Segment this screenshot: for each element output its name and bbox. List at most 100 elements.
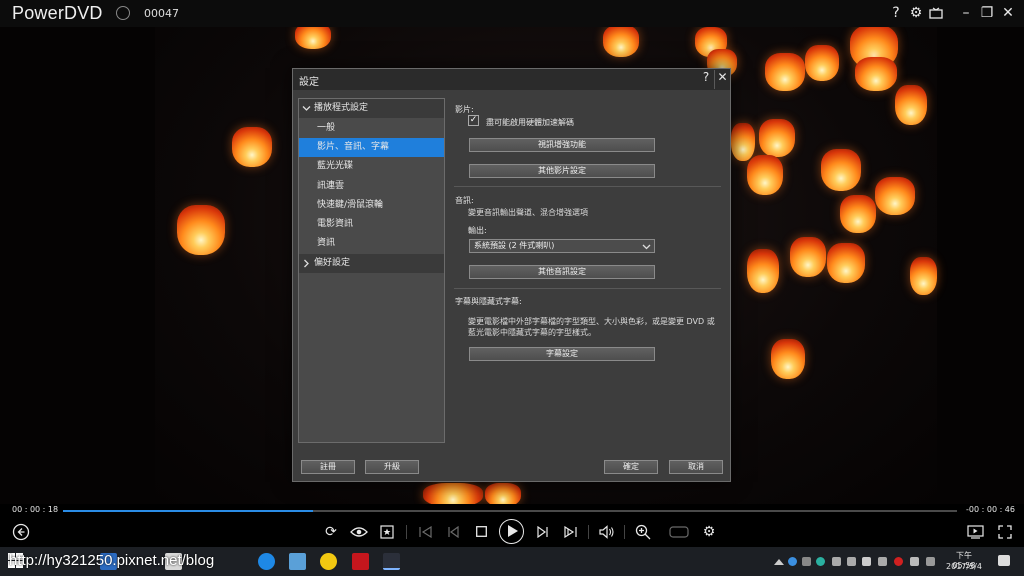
- divider: [454, 288, 721, 289]
- audio-description: 變更音訊輸出聲道、混合增強選項: [468, 208, 588, 217]
- dialog-help-icon[interactable]: ?: [698, 70, 714, 89]
- bell-icon[interactable]: [116, 6, 130, 20]
- gear-icon[interactable]: ⚙: [906, 3, 926, 23]
- lantern-image: [759, 119, 795, 157]
- edge-browser-icon[interactable]: [258, 553, 275, 570]
- tree-group-label: 播放程式設定: [314, 103, 369, 113]
- divider: [454, 186, 721, 187]
- repeat-icon[interactable]: ⟳: [320, 521, 342, 543]
- dialog-close-icon[interactable]: ✕: [714, 70, 730, 89]
- lantern-image: [731, 123, 755, 161]
- zoom-icon[interactable]: [632, 521, 654, 543]
- wifi-icon[interactable]: [847, 557, 856, 566]
- upgrade-button[interactable]: 升級: [365, 460, 419, 474]
- pdf-reader-icon[interactable]: [352, 553, 369, 570]
- lantern-image: [827, 243, 865, 283]
- minimize-icon[interactable]: –: [956, 3, 976, 23]
- settings-panel: 影片: ✓ 盡可能啟用硬體加速解碼 視訊增強功能 其他影片設定 音訊: 變更音訊…: [450, 98, 726, 443]
- lantern-image: [177, 205, 225, 255]
- prev-chapter-icon[interactable]: [414, 521, 436, 543]
- tree-item-video-audio-subtitle[interactable]: 影片、音訊、字幕: [299, 138, 444, 157]
- chevron-down-icon: [302, 99, 312, 121]
- lantern-image: [821, 149, 861, 191]
- settings-icon[interactable]: ⚙: [698, 521, 720, 543]
- clock-date[interactable]: 2017/5/4: [944, 562, 984, 571]
- tree-item-cyberlink-cloud[interactable]: 訊連雲: [299, 177, 444, 196]
- chevron-right-icon: [302, 254, 312, 276]
- app-icon[interactable]: [320, 553, 337, 570]
- windows-taskbar: http://hy321250.pixnet.net/blog 下午 05:58…: [0, 547, 1024, 576]
- tree-item-bluray[interactable]: 藍光光碟: [299, 157, 444, 176]
- tree-item-info[interactable]: 資訊: [299, 234, 444, 253]
- tree-item-label: 藍光光碟: [317, 161, 354, 171]
- close-icon[interactable]: ✕: [998, 3, 1018, 23]
- register-button[interactable]: 註冊: [301, 460, 355, 474]
- output-label: 輸出:: [468, 226, 487, 235]
- divider: [406, 525, 407, 539]
- help-icon[interactable]: ?: [886, 3, 906, 23]
- dialog-title-bar: 設定 ? ✕: [293, 69, 730, 90]
- speaker-icon[interactable]: [862, 557, 871, 566]
- lantern-image: [855, 57, 897, 91]
- lantern-image: [910, 257, 937, 295]
- next-icon[interactable]: [532, 521, 554, 543]
- bluetooth-icon[interactable]: [802, 557, 811, 566]
- video-enhance-button[interactable]: 視訊增強功能: [469, 138, 655, 152]
- time-elapsed: 00 : 00 : 18: [12, 505, 59, 514]
- tray-app-icon[interactable]: [894, 557, 903, 566]
- lantern-image: [747, 155, 783, 195]
- lantern-image: [805, 45, 839, 81]
- next-chapter-icon[interactable]: [560, 521, 582, 543]
- cancel-button[interactable]: 取消: [669, 460, 723, 474]
- powerdvd-taskbar-icon[interactable]: [383, 553, 400, 570]
- caption-icon[interactable]: [964, 521, 986, 543]
- tv-mode-icon[interactable]: [926, 3, 946, 23]
- prev-icon[interactable]: [442, 521, 464, 543]
- hw-accel-label: 盡可能啟用硬體加速解碼: [486, 118, 574, 127]
- tray-app-icon[interactable]: [816, 557, 825, 566]
- divider: [624, 525, 625, 539]
- stop-icon[interactable]: [470, 521, 492, 543]
- audio-output-select[interactable]: 系統預設 (2 件式喇叭): [469, 239, 655, 253]
- notification-icon[interactable]: [998, 555, 1010, 566]
- lantern-image: [603, 27, 639, 57]
- hw-accel-checkbox[interactable]: ✓: [468, 115, 479, 126]
- 3d-builder-icon[interactable]: [289, 553, 306, 570]
- settings-nav-tree: 播放程式設定 一般 影片、音訊、字幕 藍光光碟 訊連雲 快速鍵/滑鼠滾輪 電影資…: [298, 98, 445, 443]
- tree-group-preferences[interactable]: 偏好設定: [299, 254, 444, 273]
- vr-icon[interactable]: [668, 521, 690, 543]
- other-video-settings-button[interactable]: 其他影片設定: [469, 164, 655, 178]
- tree-item-hotkeys[interactable]: 快速鍵/滑鼠滾輪: [299, 196, 444, 215]
- divider: [588, 525, 589, 539]
- battery-icon[interactable]: [878, 557, 887, 566]
- dialog-title: 設定: [299, 77, 319, 88]
- seek-bar[interactable]: [63, 510, 957, 512]
- tree-item-label: 資訊: [317, 238, 336, 248]
- tray-expand-icon[interactable]: [774, 559, 784, 565]
- lantern-image: [747, 249, 779, 293]
- keyboard-icon[interactable]: [910, 557, 919, 566]
- tree-item-general[interactable]: 一般: [299, 119, 444, 138]
- tree-group-playback[interactable]: 播放程式設定: [299, 99, 444, 118]
- fullscreen-icon[interactable]: [994, 521, 1016, 543]
- subtitle-settings-button[interactable]: 字幕設定: [469, 347, 655, 361]
- url-watermark: http://hy321250.pixnet.net/blog: [9, 552, 215, 569]
- volume-icon[interactable]: [596, 521, 618, 543]
- bookmark-icon[interactable]: [376, 521, 398, 543]
- restore-icon[interactable]: ❐: [977, 3, 997, 23]
- view-icon[interactable]: [348, 521, 370, 543]
- back-icon[interactable]: [10, 521, 32, 543]
- network-icon[interactable]: [832, 557, 841, 566]
- lantern-image: [295, 27, 331, 49]
- tree-item-label: 快速鍵/滑鼠滾輪: [317, 200, 384, 210]
- other-audio-settings-button[interactable]: 其他音訊設定: [469, 265, 655, 279]
- tree-item-movie-info[interactable]: 電影資訊: [299, 215, 444, 234]
- tree-group-label: 偏好設定: [314, 258, 351, 268]
- input-method-icon[interactable]: [926, 557, 935, 566]
- tray-app-icon[interactable]: [788, 557, 797, 566]
- play-icon[interactable]: [499, 519, 524, 544]
- chevron-down-icon: [642, 240, 651, 255]
- tree-item-label: 一般: [317, 123, 336, 133]
- ok-button[interactable]: 確定: [604, 460, 658, 474]
- lantern-image: [423, 483, 483, 504]
